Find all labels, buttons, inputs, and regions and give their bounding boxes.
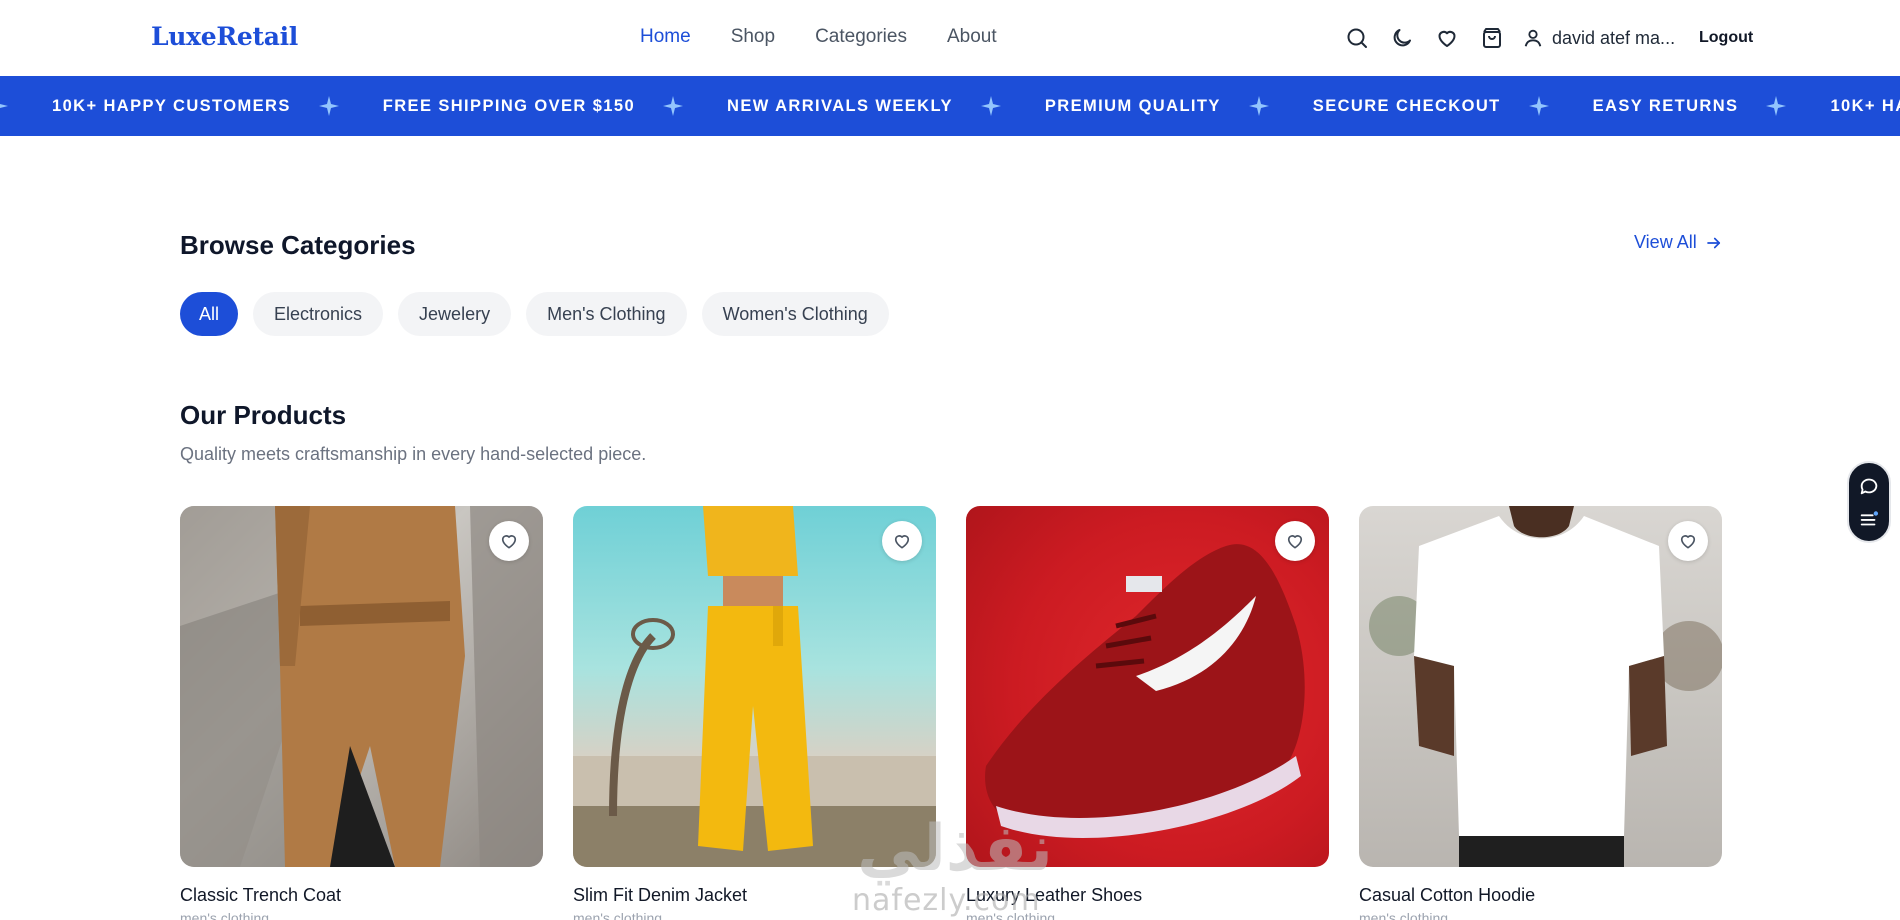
marquee-text: PREMIUM QUALITY [1044,96,1221,115]
chip-jewelery[interactable]: Jewelery [398,292,512,336]
svg-text:نفذلي: نفذلي [857,812,1053,886]
favorite-button[interactable] [1668,521,1708,561]
sparkle-icon [318,96,339,116]
sparkle-icon [980,96,1001,116]
favorite-button[interactable] [1275,521,1315,561]
menu-list-icon[interactable] [1858,508,1880,530]
sparkle-icon [1766,96,1787,116]
white-tshirt-illustration [1369,506,1722,867]
product-category: men's clothing [1359,910,1449,920]
nav-categories[interactable]: Categories [815,26,907,48]
site-header: LuxeRetail Home Shop Categories About da… [0,0,1900,76]
favorite-button[interactable] [489,521,529,561]
product-image[interactable] [1359,506,1722,867]
view-all-link[interactable]: View All [1634,232,1723,253]
category-chips: All Electronics Jewelery Men's Clothing … [180,292,889,336]
marquee-text: SECURE CHECKOUT [1312,96,1501,115]
marquee-item: NEW ARRIVALS WEEKLY [727,96,1045,116]
view-all-label: View All [1634,232,1697,252]
nav-home[interactable]: Home [640,26,691,48]
marquee-text: 10K+ HAPPY CUSTOMERS [1830,96,1900,115]
chip-electronics[interactable]: Electronics [253,292,384,336]
arrow-right-icon [1706,237,1720,248]
sparkle-icon [0,104,8,108]
user-menu[interactable]: david atef ma... [1522,27,1677,49]
chip-womens-clothing[interactable]: Women's Clothing [701,292,889,336]
marquee-text: 10K+ HAPPY CUSTOMERS [52,96,291,115]
marquee-item: PREMIUM QUALITY [1045,96,1313,116]
marquee-item: EASY RETURNS [1593,96,1831,116]
chat-bubble-icon[interactable] [1858,475,1880,497]
heart-icon [501,535,517,549]
logo[interactable]: LuxeRetail [151,22,298,51]
logout-button[interactable]: Logout [1699,29,1753,47]
marquee-item: 10K+ HAPPY CUSTOMERS [1830,96,1900,116]
product-image[interactable] [180,506,543,867]
product-name[interactable]: Classic Trench Coat [180,885,543,906]
user-name: david atef ma... [1552,27,1676,48]
heart-icon [1680,535,1696,549]
marquee-item: FREE SHIPPING OVER $150 [383,96,727,116]
search-icon[interactable] [1344,24,1370,52]
product-card[interactable]: Casual Cotton Hoodie men's clothing [1359,506,1722,920]
products-subtitle: Quality meets craftsmanship in every han… [180,444,647,464]
nav-about[interactable]: About [947,26,997,48]
marquee-item: SECURE CHECKOUT [1313,96,1593,116]
products-title: Our Products [180,400,347,430]
trench-coat-illustration [180,506,543,867]
heart-icon [894,535,910,549]
promo-marquee: 10K+ HAPPY CUSTOMERS FREE SHIPPING OVER … [0,76,1900,136]
marquee-text: NEW ARRIVALS WEEKLY [727,96,953,115]
watermark-text: nafezly.com [852,883,1041,918]
product-category: men's clothing [180,910,270,920]
chip-mens-clothing[interactable]: Men's Clothing [526,292,687,336]
nav-shop[interactable]: Shop [731,26,775,48]
chat-widget[interactable] [1847,461,1891,543]
marquee-track: 10K+ HAPPY CUSTOMERS FREE SHIPPING OVER … [0,76,1900,136]
shopping-bag-icon[interactable] [1479,24,1505,52]
marquee-text: FREE SHIPPING OVER $150 [382,96,636,115]
chip-all[interactable]: All [180,292,239,336]
sparkle-icon [663,96,684,116]
product-name[interactable]: Casual Cotton Hoodie [1359,885,1722,906]
marquee-item: 10K+ HAPPY CUSTOMERS [0,96,383,116]
favorite-button[interactable] [882,521,922,561]
user-icon [1524,29,1542,47]
sparkle-icon [1248,96,1269,116]
heart-icon[interactable] [1434,24,1460,52]
header-actions: david atef ma... Logout [1344,24,1753,52]
categories-title: Browse Categories [180,230,416,260]
main-nav: Home Shop Categories About [640,26,997,48]
heart-icon [1287,535,1303,549]
product-card[interactable]: Classic Trench Coat men's clothing [180,506,543,920]
sparkle-icon [1528,96,1549,116]
moon-icon[interactable] [1389,24,1415,52]
marquee-text: EASY RETURNS [1592,96,1739,115]
